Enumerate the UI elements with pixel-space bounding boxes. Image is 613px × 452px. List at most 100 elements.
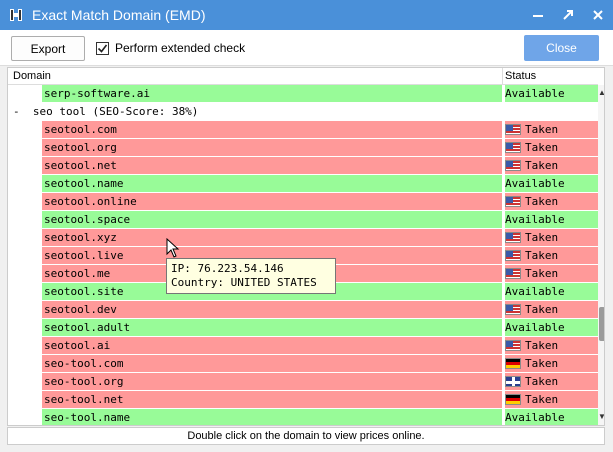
status-cell: Available [505,409,598,425]
group-row[interactable]: - seo tool (SEO-Score: 38%) [8,103,598,121]
status-bar: Double click on the domain to view price… [7,427,605,445]
maximize-button[interactable] [553,0,583,30]
domain-grid: Domain Status serp-software.ai Available -… [7,67,605,426]
domain-cell[interactable]: seotool.com [42,121,502,138]
status-cell: Taken [505,229,598,246]
flag-us-icon [505,250,521,261]
close-window-button[interactable] [583,0,613,30]
status-text: Taken [525,123,559,136]
maximize-icon [563,10,573,20]
domain-row[interactable]: serp-software.ai Available [8,85,598,103]
close-button[interactable]: Close [524,35,599,61]
domain-cell[interactable]: seo-tool.org [42,373,502,390]
domain-cell[interactable]: seotool.xyz [42,229,502,246]
flag-us-icon [505,268,521,279]
domain-cell[interactable]: serp-software.ai [42,85,502,102]
status-text: Available [505,411,565,424]
flag-de-icon [505,394,521,405]
domain-cell[interactable]: seo-tool.name [42,409,502,425]
status-cell: Taken [505,265,598,282]
column-header-status[interactable]: Status [505,70,536,82]
status-cell: Taken [505,247,598,264]
status-cell: Taken [505,337,598,354]
domain-row[interactable]: seotool.xyz Taken [8,229,598,247]
domain-cell[interactable]: seotool.space [42,211,502,228]
flag-us-icon [505,304,521,315]
status-cell: Taken [505,139,598,156]
domain-row[interactable]: seotool.org Taken [8,139,598,157]
domain-cell[interactable]: seotool.adult [42,319,502,336]
minimize-button[interactable] [523,0,553,30]
flag-de-icon [505,358,521,369]
domain-row[interactable]: seo-tool.name Available [8,409,598,425]
status-text: Available [505,87,565,100]
domain-row[interactable]: seotool.ai Taken [8,337,598,355]
scroll-up-arrow-icon[interactable]: ▲ [598,89,604,97]
domain-row[interactable]: seotool.dev Taken [8,301,598,319]
status-cell: Taken [505,121,598,138]
domain-cell[interactable]: seotool.dev [42,301,502,318]
status-text: Taken [525,231,559,244]
domain-row[interactable]: seo-tool.org Taken [8,373,598,391]
flag-uk-icon [505,376,521,387]
status-cell: Taken [505,391,598,408]
status-text: Taken [525,339,559,352]
domain-cell[interactable]: seo-tool.com [42,355,502,372]
status-cell: Taken [505,301,598,318]
domain-cell[interactable]: seotool.ai [42,337,502,354]
domain-row[interactable]: seotool.name Available [8,175,598,193]
scroll-down-arrow-icon[interactable]: ▼ [598,413,604,421]
app-icon [8,7,24,23]
status-text: Taken [525,159,559,172]
flag-us-icon [505,196,521,207]
status-cell: Taken [505,157,598,174]
column-header-domain[interactable]: Domain [13,70,51,82]
status-text: Taken [525,249,559,262]
status-text: Available [505,321,565,334]
domain-cell[interactable]: seotool.org [42,139,502,156]
status-cell: Taken [505,193,598,210]
tooltip-country: Country: UNITED STATES [171,276,317,289]
checkmark-icon [97,44,108,53]
extended-check-label: Perform extended check [115,41,246,55]
title-bar: Exact Match Domain (EMD) [0,0,613,30]
status-text: Available [505,213,565,226]
flag-us-icon [505,124,521,135]
extended-check-option[interactable]: Perform extended check [96,41,245,55]
domain-row[interactable]: seotool.net Taken [8,157,598,175]
domain-row[interactable]: seotool.adult Available [8,319,598,337]
vertical-scrollbar[interactable]: ▲ ▼ [598,85,604,425]
domain-cell[interactable]: seo-tool.net [42,391,502,408]
status-cell: Available [505,175,598,192]
tooltip-ip: IP: 76.223.54.146 [171,262,284,275]
domain-row[interactable]: seo-tool.net Taken [8,391,598,409]
window-title: Exact Match Domain (EMD) [32,7,206,23]
status-cell: Available [505,319,598,336]
domain-row[interactable]: seotool.online Taken [8,193,598,211]
export-button[interactable]: Export [11,36,85,61]
status-text: Available [505,285,565,298]
status-cell: Taken [505,373,598,390]
extended-check-checkbox[interactable] [96,41,109,55]
scroll-thumb[interactable] [599,307,604,341]
domain-row[interactable]: seotool.space Available [8,211,598,229]
status-text: Taken [525,267,559,280]
mouse-cursor-icon [166,238,180,258]
grid-header: Domain Status [8,68,598,85]
flag-us-icon [505,160,521,171]
domain-cell[interactable]: seotool.name [42,175,502,192]
status-text: Taken [525,357,559,370]
domain-row[interactable]: seo-tool.com Taken [8,355,598,373]
status-text: Taken [525,195,559,208]
status-text: Taken [525,393,559,406]
domain-cell[interactable]: seotool.online [42,193,502,210]
status-text: Taken [525,303,559,316]
status-text: Taken [525,375,559,388]
domain-row[interactable]: seotool.com Taken [8,121,598,139]
status-cell: Available [505,85,598,102]
minimize-icon [533,15,543,17]
toolbar: Export Perform extended check Close [0,30,613,66]
ip-tooltip: IP: 76.223.54.146 Country: UNITED STATES [166,258,336,294]
domain-cell[interactable]: seotool.net [42,157,502,174]
status-cell: Taken [505,355,598,372]
